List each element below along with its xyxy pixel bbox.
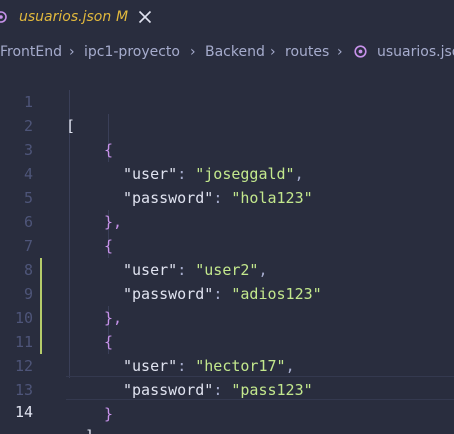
json-braces-icon bbox=[354, 45, 367, 58]
breadcrumb-item-frontend[interactable]: FrontEnd bbox=[0, 44, 62, 60]
code-area[interactable]: 1 [ 2 { 3 "user": "joseggald", 4 "passwo… bbox=[0, 66, 454, 434]
breadcrumb-item-ipc1-proyecto[interactable]: ipc1-proyecto bbox=[84, 44, 180, 60]
code-line: 5 }, bbox=[0, 162, 454, 231]
line-number: 14 bbox=[14, 403, 33, 421]
tab-title: usuarios.json bbox=[19, 9, 112, 25]
code-line: 10 { bbox=[0, 282, 454, 351]
code-editor[interactable]: usuarios.json M FrontEnd › ipc1-proyecto… bbox=[0, 0, 454, 434]
breadcrumb-item-backend[interactable]: Backend bbox=[205, 44, 265, 60]
close-icon[interactable] bbox=[136, 8, 154, 26]
tab-bar: usuarios.json M bbox=[0, 0, 454, 36]
code-text: ] bbox=[85, 424, 94, 434]
code-line: 1 [ bbox=[0, 66, 454, 135]
code-line: 9 }, bbox=[0, 258, 454, 327]
json-braces-icon bbox=[0, 11, 7, 23]
code-line: 7 "user": "user2", bbox=[0, 210, 454, 279]
breadcrumb: FrontEnd › ipc1-proyecto › Backend › rou… bbox=[0, 40, 454, 66]
code-line: 11 "user": "hector17", bbox=[0, 306, 454, 375]
code-text: } bbox=[104, 405, 114, 423]
code-line: 8 "password": "adios123" bbox=[0, 234, 454, 303]
chevron-right-icon: › bbox=[69, 44, 75, 60]
code-line: 12 "password": "pass123" bbox=[0, 330, 454, 399]
modified-badge: M bbox=[116, 9, 129, 25]
code-line: 2 { bbox=[0, 90, 454, 159]
code-line: 6 { bbox=[0, 186, 454, 255]
chevron-right-icon: › bbox=[337, 44, 343, 60]
code-line: 4 "password": "hola123" bbox=[0, 138, 454, 207]
chevron-right-icon: › bbox=[190, 44, 196, 60]
breadcrumb-item-usuarios-json[interactable]: usuarios.json bbox=[377, 44, 454, 60]
chevron-right-icon: › bbox=[270, 44, 276, 60]
tab-usuarios-json[interactable]: usuarios.json M bbox=[0, 0, 172, 36]
code-line: 13 } bbox=[0, 354, 454, 423]
code-line: 3 "user": "joseggald", bbox=[0, 114, 454, 183]
code-line-current: 14 ] bbox=[0, 376, 454, 434]
breadcrumb-item-routes[interactable]: routes bbox=[285, 44, 329, 60]
